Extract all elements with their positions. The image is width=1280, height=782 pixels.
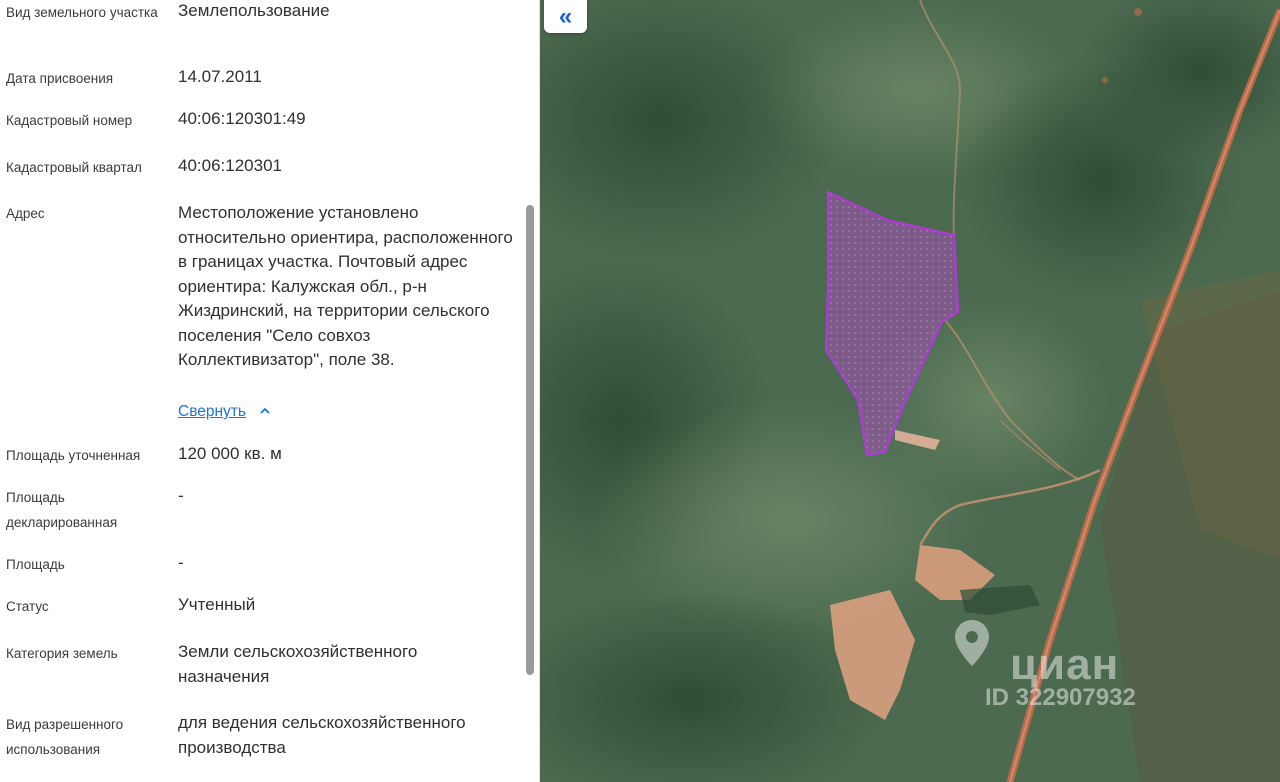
label-land-type: Вид земельного участка (6, 5, 158, 20)
value-area-declared: - (178, 486, 184, 505)
value-assign-date: 14.07.2011 (178, 67, 262, 86)
double-chevron-left-icon: « (558, 2, 573, 30)
collapse-address-link[interactable]: Свернуть (178, 403, 246, 421)
value-cadastral-number: 40:06:120301:49 (178, 109, 306, 128)
value-permitted-use: для ведения сельскохозяйственного произв… (178, 713, 466, 757)
satellite-map[interactable] (540, 0, 1280, 782)
value-status: Учтенный (178, 595, 256, 614)
label-assign-date: Дата присвоения (6, 71, 114, 86)
value-address: Местоположение установлено относительно … (178, 203, 513, 369)
location-pin-icon (955, 620, 989, 666)
value-land-type: Землепользование (178, 1, 330, 20)
label-status: Статус (6, 599, 49, 614)
label-area-declared: Площадь декларированная (6, 490, 118, 530)
value-cadastral-quarter: 40:06:120301 (178, 156, 282, 175)
label-permitted-use: Вид разрешенного использования (6, 717, 124, 757)
collapse-panel-button[interactable]: « (544, 0, 587, 33)
chevron-up-icon[interactable] (259, 405, 271, 420)
label-address: Адрес (6, 206, 45, 221)
watermark-brand: циан (1010, 640, 1120, 689)
info-panel: Вид земельного участка Землепользование … (0, 0, 540, 782)
panel-scrollbar[interactable] (526, 205, 534, 675)
value-area-refined: 120 000 кв. м (178, 444, 282, 463)
label-cadastral-quarter: Кадастровый квартал (6, 160, 142, 175)
label-cadastral-number: Кадастровый номер (6, 113, 133, 128)
label-land-category: Категория земель (6, 646, 118, 661)
label-area-refined: Площадь уточненная (6, 448, 141, 463)
value-area: - (178, 553, 184, 572)
map-imagery (540, 0, 1280, 782)
value-land-category: Земли сельскохозяйственного назначения (178, 642, 418, 686)
watermark-id: ID 322907932 (985, 684, 1136, 711)
label-area: Площадь (6, 557, 65, 572)
